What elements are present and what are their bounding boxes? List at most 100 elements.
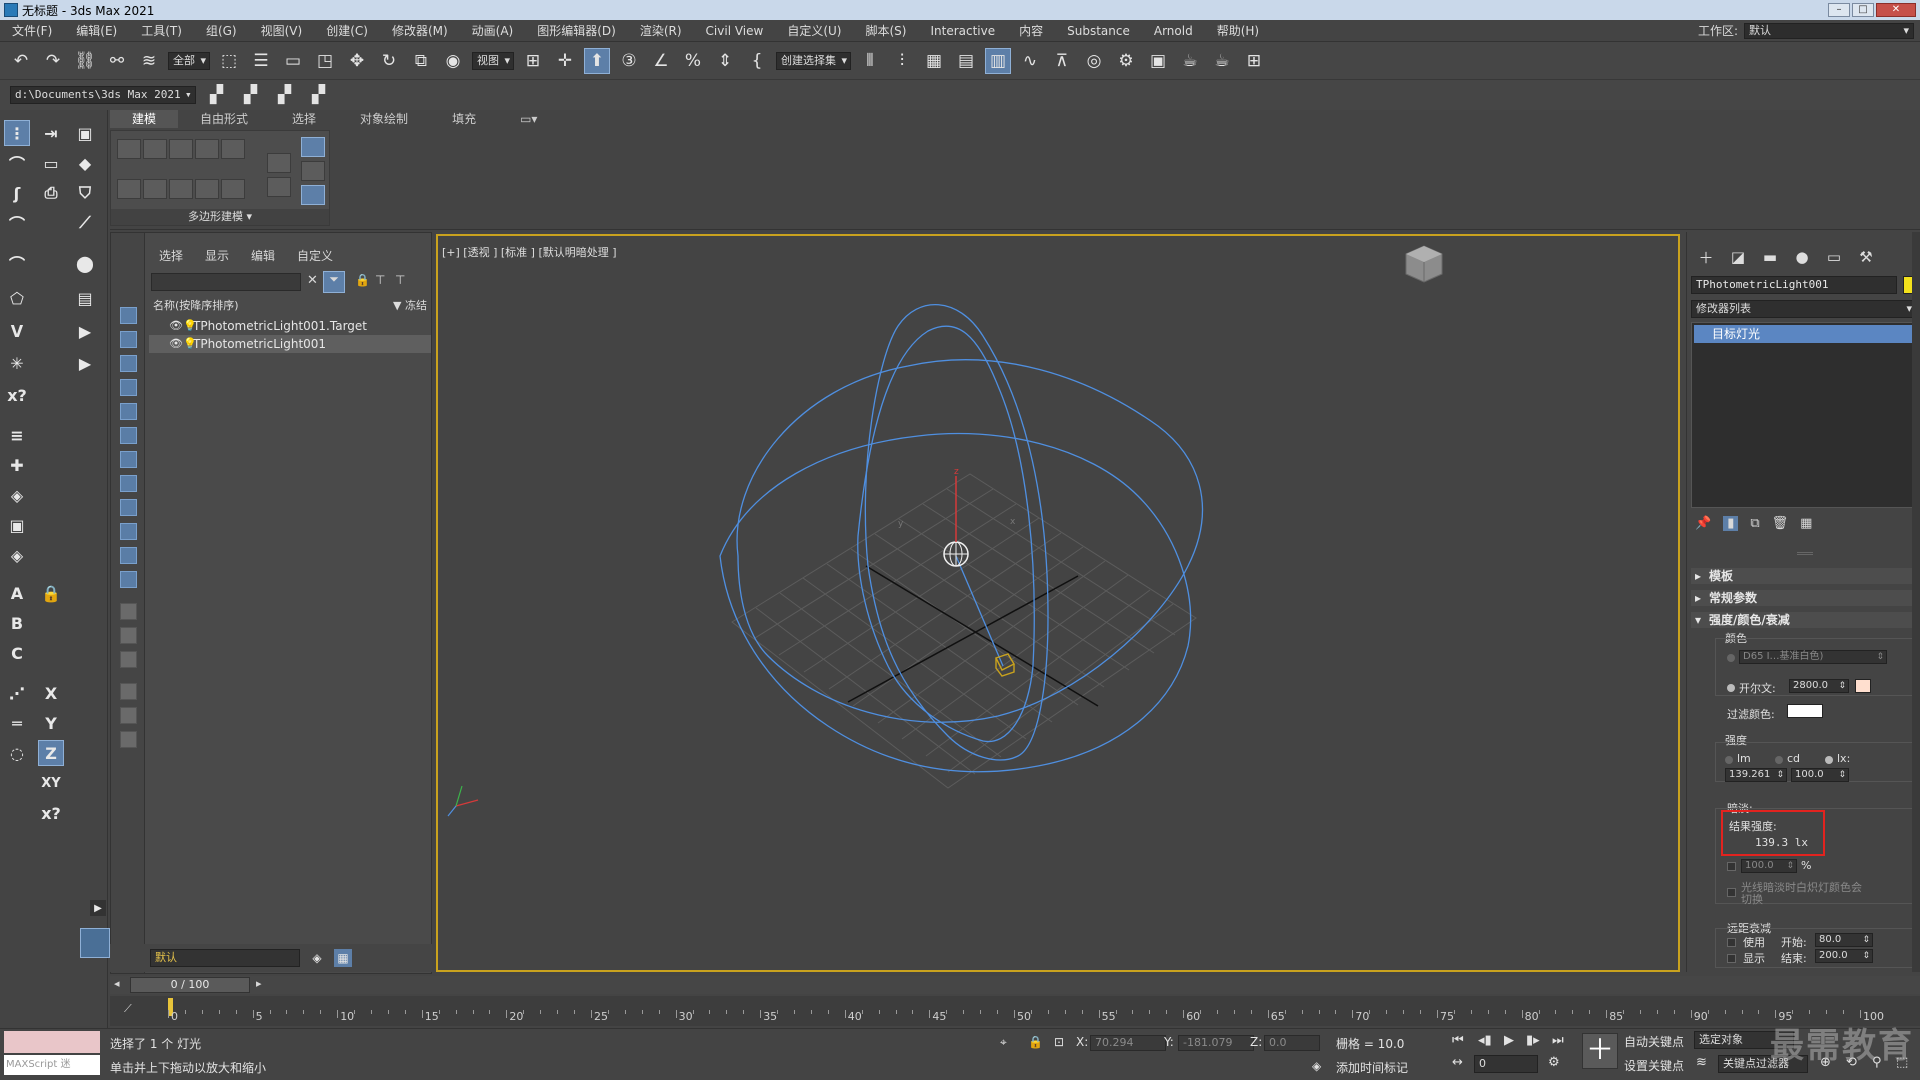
filter-containers-icon[interactable] bbox=[120, 523, 137, 540]
hierarchy-icon[interactable]: ⊤ bbox=[375, 273, 385, 287]
next-frame-arrow-icon[interactable]: ▸ bbox=[256, 977, 262, 990]
add-layer-icon[interactable]: ✚ bbox=[4, 452, 30, 478]
maxscript-input[interactable]: MAXScript 迷 bbox=[4, 1055, 100, 1075]
menu-create[interactable]: 创建(C) bbox=[314, 22, 380, 39]
maxscript-listener[interactable]: MAXScript 迷 bbox=[4, 1031, 100, 1077]
explorer-menu-edit[interactable]: 编辑 bbox=[251, 247, 275, 264]
ribbon-tool-7[interactable] bbox=[143, 179, 167, 199]
menu-interactive[interactable]: Interactive bbox=[918, 24, 1007, 38]
filter-spacewarps-icon[interactable] bbox=[120, 427, 137, 444]
tab-populate[interactable]: 填充 bbox=[430, 110, 498, 128]
isolate-selection-icon[interactable]: ⌖ bbox=[1000, 1035, 1007, 1050]
explorer-row-target[interactable]: 👁 💡 TPhotometricLight001.Target bbox=[149, 317, 431, 335]
ribbon-tool-6[interactable] bbox=[117, 179, 141, 199]
print-icon[interactable]: ⎙ bbox=[38, 180, 64, 206]
render-cloud-icon[interactable]: ⊞ bbox=[1241, 48, 1267, 74]
kelvin-radio[interactable] bbox=[1727, 684, 1735, 692]
configure-modifier-sets-icon[interactable]: ▦ bbox=[1800, 516, 1812, 531]
ribbon-tool-9[interactable] bbox=[195, 179, 219, 199]
create-panel-icon[interactable]: ＋ bbox=[1695, 246, 1717, 268]
axis-y-icon[interactable]: Y bbox=[38, 710, 64, 736]
layers-2-icon[interactable]: ◈ bbox=[4, 542, 30, 568]
mirror-icon[interactable]: ⫴ bbox=[857, 48, 883, 74]
remove-modifier-icon[interactable]: 🗑 bbox=[1772, 516, 1789, 531]
filter-funnel-2-icon[interactable] bbox=[120, 707, 137, 724]
import-icon[interactable]: ⇥ bbox=[38, 120, 64, 146]
modify-panel-icon[interactable]: ◪ bbox=[1727, 246, 1749, 268]
utilities-panel-icon[interactable]: ⚒ bbox=[1855, 246, 1877, 268]
create-project-icon[interactable]: ▞ bbox=[204, 82, 230, 108]
menu-scripting[interactable]: 脚本(S) bbox=[853, 22, 918, 39]
text-a-icon[interactable]: A bbox=[4, 580, 30, 606]
filter-helpers-icon[interactable] bbox=[120, 403, 137, 420]
bind-spacewarp-icon[interactable]: ≋ bbox=[136, 48, 162, 74]
lock-explorer-icon[interactable]: 🔒 bbox=[355, 273, 370, 287]
key-mode-icon[interactable]: ↔ bbox=[1452, 1055, 1463, 1070]
paint-icon[interactable]: ʃ bbox=[4, 180, 30, 206]
filter-frozen-icon[interactable] bbox=[120, 547, 137, 564]
lock-icon[interactable]: 🔒 bbox=[38, 580, 64, 606]
ruler-icon[interactable]: ═ bbox=[4, 710, 30, 736]
visibility-eye-icon[interactable]: 👁 bbox=[169, 317, 183, 335]
ribbon-tool-5[interactable] bbox=[221, 139, 245, 159]
ribbon-panel-caption[interactable]: 多边形建模 ▾ bbox=[111, 209, 329, 225]
ribbon-tool-14[interactable] bbox=[301, 161, 325, 181]
display-icon[interactable]: ▭ bbox=[38, 150, 64, 176]
stack-item-target-light[interactable]: 目标灯光 bbox=[1694, 325, 1914, 343]
display-none-icon[interactable] bbox=[120, 627, 137, 644]
explorer-toggle-icon[interactable] bbox=[80, 928, 110, 958]
dotted-select-icon[interactable]: ⋰ bbox=[4, 680, 30, 706]
object-name-field[interactable]: TPhotometricLight001 bbox=[1691, 276, 1897, 294]
ribbon-tool-15[interactable] bbox=[301, 185, 325, 205]
track-bar[interactable]: ⟋ 0 5 10 15 20 25 30 35 40 45 50 55 60 65 70 75 80 85 90 95… bbox=[110, 996, 1920, 1026]
far-atten-show-checkbox[interactable] bbox=[1727, 954, 1736, 963]
time-tag-icon[interactable]: ◈ bbox=[1312, 1059, 1321, 1073]
layer-stack-icon[interactable]: ◈ bbox=[308, 949, 326, 967]
render-setup-icon[interactable]: ⚙ bbox=[1113, 48, 1139, 74]
layer-mode-icon[interactable]: ⊤ bbox=[395, 273, 405, 287]
display-panel-icon[interactable]: ▭ bbox=[1823, 246, 1845, 268]
snap-toggle-icon[interactable]: ③ bbox=[616, 48, 642, 74]
text-b-icon[interactable]: B bbox=[4, 610, 30, 636]
asset-tracking-icon[interactable]: ▞ bbox=[306, 82, 332, 108]
incandescent-checkbox[interactable] bbox=[1727, 888, 1736, 897]
tab-freeform[interactable]: 自由形式 bbox=[178, 110, 270, 128]
filter-xrefs-icon[interactable] bbox=[120, 475, 137, 492]
options-icon[interactable] bbox=[120, 731, 137, 748]
rollout-intensity-color[interactable]: 强度/颜色/衰减 bbox=[1691, 612, 1913, 628]
render-iterative-icon[interactable]: ☕ bbox=[1209, 48, 1235, 74]
ribbon-tool-13[interactable] bbox=[301, 137, 325, 157]
undo-icon[interactable]: ↶ bbox=[8, 48, 34, 74]
polygon-icon[interactable]: ⬠ bbox=[4, 285, 30, 311]
explorer-search-input[interactable] bbox=[151, 273, 301, 291]
menu-graph-editors[interactable]: 图形编辑器(D) bbox=[525, 22, 628, 39]
ribbon-tool-2[interactable] bbox=[143, 139, 167, 159]
align-icon[interactable]: ⫶ bbox=[889, 48, 915, 74]
brush-icon[interactable]: ⟋ bbox=[72, 210, 98, 236]
window-crossing-icon[interactable]: ◳ bbox=[312, 48, 338, 74]
far-atten-end-spinner[interactable]: 200.0 bbox=[1815, 949, 1873, 963]
viewport-label[interactable]: [+] [透视 ] [标准 ] [默认明暗处理 ] bbox=[442, 244, 617, 260]
angle-snap-icon[interactable]: ∠ bbox=[648, 48, 674, 74]
filter-hidden-icon[interactable] bbox=[120, 571, 137, 588]
color-preset-dropdown[interactable]: D65 I…基准白色) bbox=[1739, 650, 1887, 664]
motion-panel-icon[interactable]: ● bbox=[1791, 246, 1813, 268]
visibility-eye-icon[interactable]: 👁 bbox=[169, 335, 183, 353]
command-panel-scrollbar[interactable] bbox=[1912, 232, 1920, 972]
ribbon-tool-11[interactable] bbox=[267, 153, 291, 173]
hierarchy-panel-icon[interactable]: ▬ bbox=[1759, 246, 1781, 268]
selection-filter-dropdown[interactable]: 全部 bbox=[168, 51, 210, 70]
lasso-icon[interactable]: ⌒ bbox=[4, 150, 30, 176]
next-frame-icon[interactable]: ▮▸ bbox=[1526, 1033, 1540, 1048]
rect-selection-icon[interactable]: ▭ bbox=[280, 48, 306, 74]
pivot-center-icon[interactable]: ⊞ bbox=[520, 48, 546, 74]
explorer-column-header[interactable]: 名称(按降序排序) ▼ 冻结 bbox=[149, 297, 431, 315]
play-icon[interactable]: ▶ bbox=[72, 318, 98, 344]
menu-substance[interactable]: Substance bbox=[1055, 24, 1142, 38]
axis-xy-icon[interactable]: XY bbox=[38, 770, 64, 796]
menu-arnold[interactable]: Arnold bbox=[1142, 24, 1205, 38]
select-object-icon[interactable]: ⬚ bbox=[216, 48, 242, 74]
ribbon-tool-10[interactable] bbox=[221, 179, 245, 199]
kelvin-color-swatch[interactable] bbox=[1855, 679, 1871, 693]
redo-icon[interactable]: ↷ bbox=[40, 48, 66, 74]
